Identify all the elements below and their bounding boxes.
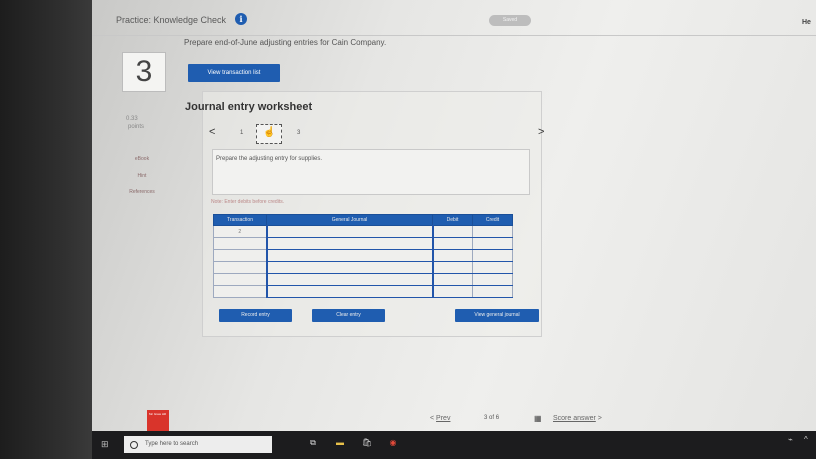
pointer-hand-icon: ☝ — [263, 127, 276, 138]
credit-input[interactable] — [472, 249, 513, 262]
credit-input[interactable] — [472, 285, 513, 298]
question-grid-icon[interactable]: ▦ — [534, 414, 542, 423]
transaction-cell — [213, 273, 267, 286]
credit-input[interactable] — [472, 237, 513, 250]
general-journal-input[interactable] — [265, 285, 433, 298]
credit-input[interactable] — [472, 225, 513, 238]
credit-input[interactable] — [472, 273, 513, 286]
points-label: points — [128, 124, 145, 130]
question-prompt: Prepare end-of-June adjusting entries fo… — [184, 38, 387, 47]
transaction-cell — [213, 285, 267, 298]
transaction-cell — [213, 249, 267, 262]
debit-input[interactable] — [431, 261, 473, 274]
points-value: 0.33 — [126, 116, 138, 122]
general-journal-input[interactable] — [265, 249, 433, 262]
debit-input[interactable] — [431, 249, 473, 262]
journal-entry-table: Transaction General Journal Debit Credit… — [213, 214, 513, 298]
info-icon[interactable]: i — [235, 13, 247, 25]
col-header-debit: Debit — [432, 214, 473, 226]
saved-status-badge: Saved — [489, 15, 531, 26]
table-row — [213, 273, 513, 286]
hint-link[interactable]: Hint — [114, 173, 170, 179]
current-question: 3 — [484, 415, 488, 421]
table-row — [213, 285, 513, 298]
debit-input[interactable] — [431, 225, 473, 238]
chrome-icon[interactable]: ◉ — [387, 437, 399, 449]
cortana-circle-icon — [130, 441, 138, 449]
general-journal-input[interactable] — [265, 261, 433, 274]
table-row — [213, 261, 513, 274]
score-answer-link[interactable]: Score answer > — [553, 415, 602, 422]
of-label: of — [489, 415, 495, 421]
ebook-link[interactable]: eBook — [114, 156, 170, 162]
record-entry-button[interactable]: Record entry — [219, 309, 292, 322]
worksheet-title: Journal entry worksheet — [185, 101, 313, 113]
help-link[interactable]: He — [802, 19, 811, 26]
prev-arrow-icon: < — [430, 415, 435, 422]
worksheet-page-3[interactable]: 3 — [297, 130, 300, 136]
browser-screen: Practice: Knowledge Check i Saved He Pre… — [92, 0, 816, 431]
col-header-credit: Credit — [472, 214, 513, 226]
clear-entry-button[interactable]: Clear entry — [312, 309, 385, 322]
score-answer-label: Score answer — [553, 415, 596, 422]
question-number: 3 — [122, 52, 166, 92]
task-view-icon[interactable]: ⧉ — [307, 437, 319, 449]
transaction-cell — [213, 237, 267, 250]
network-icon[interactable]: ⌁ — [788, 435, 793, 444]
windows-icon[interactable]: ⊞ — [101, 439, 109, 450]
table-row — [213, 249, 513, 262]
general-journal-input[interactable] — [265, 237, 433, 250]
note-text: Note: Enter debits before credits. — [211, 199, 285, 205]
store-icon[interactable]: 🛍 — [361, 437, 373, 449]
view-transaction-list-button[interactable]: View transaction list — [188, 64, 280, 82]
total-questions: 6 — [495, 415, 500, 421]
transaction-cell: 2 — [213, 225, 267, 238]
table-row — [213, 237, 513, 250]
page-title: Practice: Knowledge Check — [116, 15, 227, 25]
prev-label: Prev — [436, 415, 451, 422]
tray-chevron-icon[interactable]: ^ — [804, 435, 808, 444]
general-journal-input[interactable] — [265, 273, 433, 286]
view-general-journal-button[interactable]: View general journal — [455, 309, 539, 322]
references-link[interactable]: References — [114, 189, 170, 195]
question-counter: 3 of 6 — [484, 415, 499, 421]
prev-question-link[interactable]: < Prev — [430, 415, 450, 422]
worksheet-prev-arrow[interactable]: < — [209, 126, 215, 138]
debit-input[interactable] — [431, 273, 473, 286]
table-row: 2 — [213, 225, 513, 238]
file-explorer-icon[interactable]: ▬ — [334, 437, 346, 449]
general-journal-input[interactable] — [265, 225, 433, 238]
transaction-cell — [213, 261, 267, 274]
col-header-general-journal: General Journal — [266, 214, 433, 226]
taskbar-search-placeholder: Type here to search — [145, 441, 199, 447]
debit-input[interactable] — [431, 237, 473, 250]
mcgraw-hill-logo: Mc Graw Hill — [147, 410, 169, 431]
next-arrow-icon: > — [597, 415, 602, 422]
worksheet-next-arrow[interactable]: > — [538, 126, 544, 138]
debit-input[interactable] — [431, 285, 473, 298]
monitor-bezel — [0, 0, 92, 459]
credit-input[interactable] — [472, 261, 513, 274]
col-header-transaction: Transaction — [213, 214, 267, 226]
instruction-text: Prepare the adjusting entry for supplies… — [216, 156, 323, 162]
worksheet-page-1[interactable]: 1 — [240, 130, 243, 136]
